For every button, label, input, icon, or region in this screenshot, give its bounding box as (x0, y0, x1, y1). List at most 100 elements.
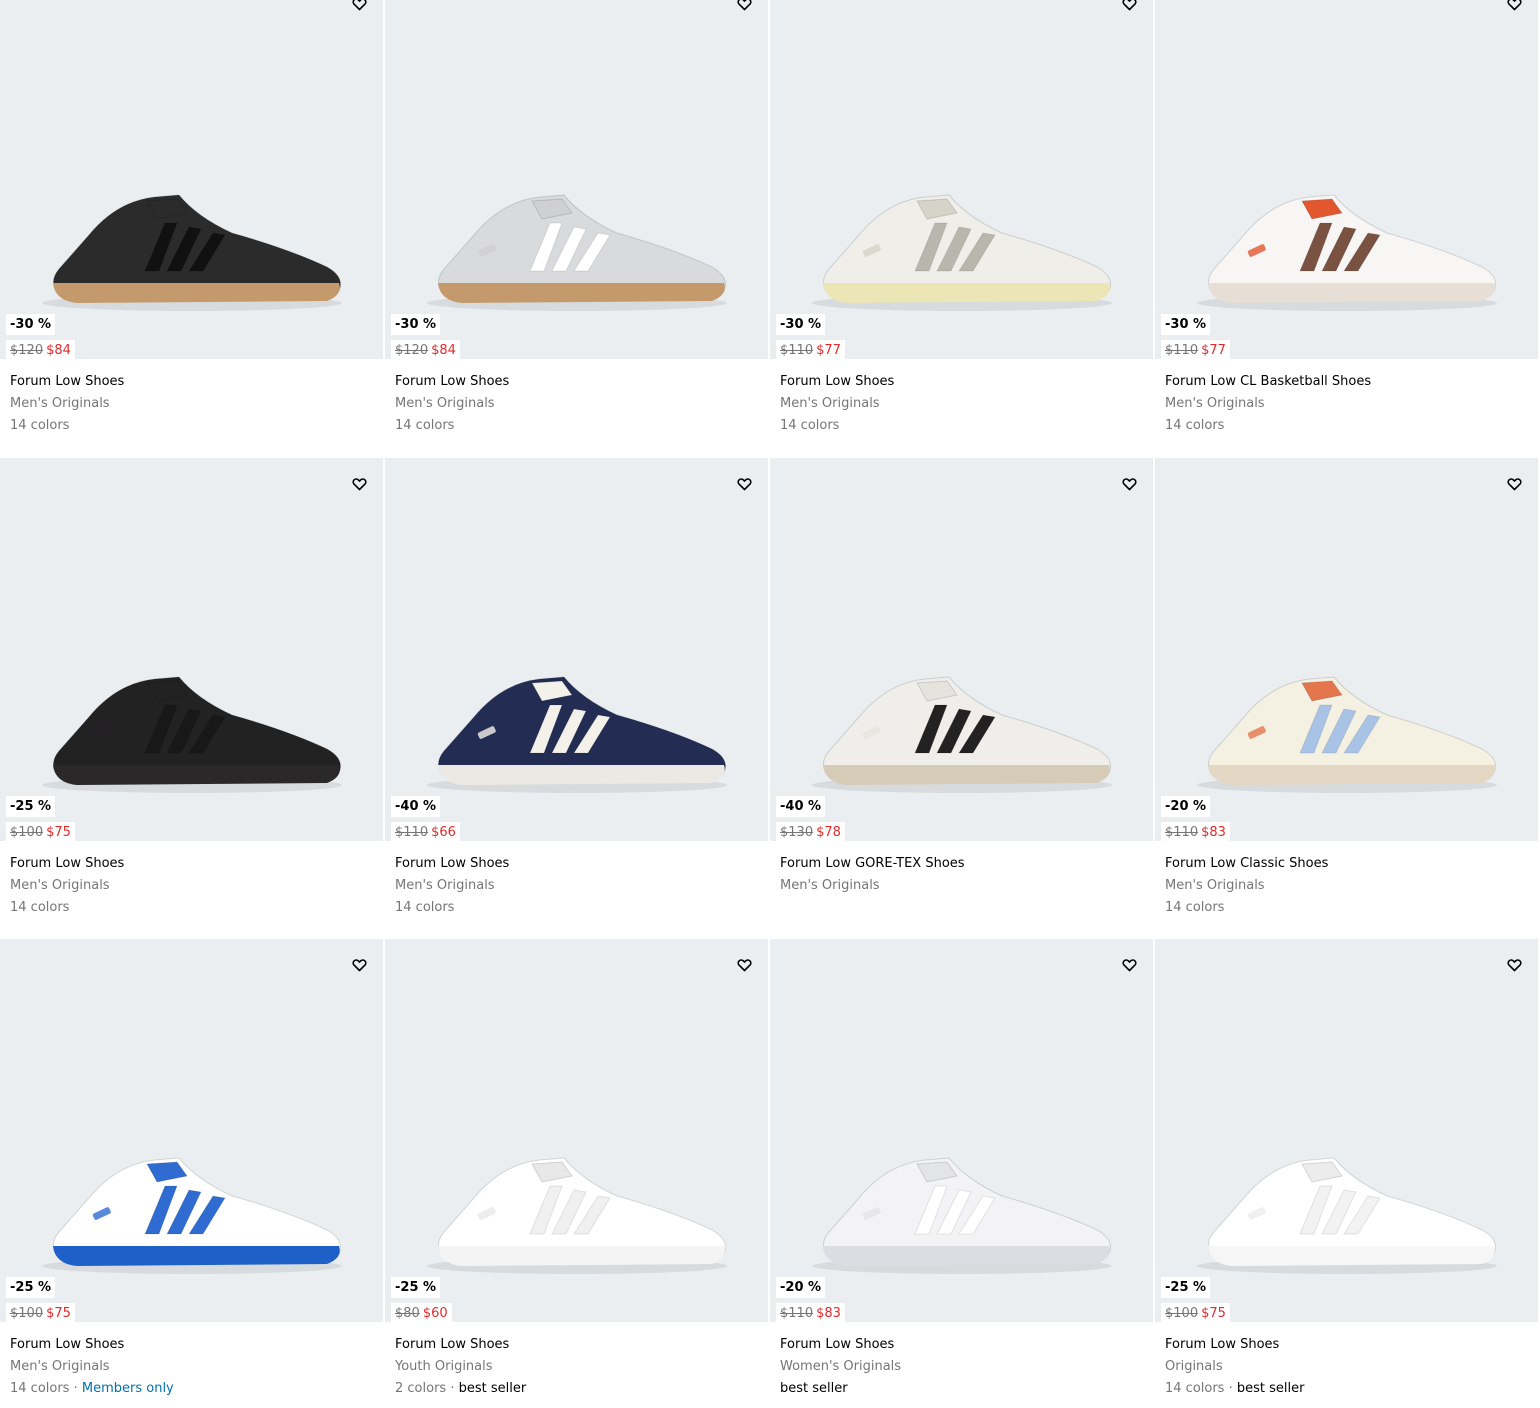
wishlist-heart-icon[interactable] (1504, 0, 1524, 14)
discount-badge: -30 % (1161, 314, 1211, 335)
sneaker-image (385, 171, 768, 321)
product-title[interactable]: Forum Low CL Basketball Shoes (1165, 371, 1528, 393)
product-title[interactable]: Forum Low GORE-TEX Shoes (780, 853, 1143, 875)
product-title[interactable]: Forum Low Shoes (395, 371, 758, 393)
product-category: Youth Originals (395, 1359, 493, 1374)
discount-badge: -30 % (6, 314, 56, 335)
product-image-area[interactable]: -30 % $120 $84 (0, 0, 383, 359)
product-title[interactable]: Forum Low Shoes (780, 1334, 1143, 1356)
wishlist-heart-icon[interactable] (349, 955, 369, 975)
product-card[interactable]: -20 % $110 $83 Forum Low Classic Shoes Me… (1155, 458, 1538, 919)
product-title[interactable]: Forum Low Shoes (10, 371, 373, 393)
wishlist-heart-icon[interactable] (1119, 0, 1139, 14)
product-card[interactable]: -25 % $100 $75 Forum Low Shoes Men's Orig… (0, 939, 383, 1400)
wishlist-heart-icon[interactable] (1119, 474, 1139, 494)
product-grid: -30 % $120 $84 Forum Low Shoes Men's Orig… (0, 0, 1540, 1408)
product-image-area[interactable]: -25 % $100 $75 (1155, 939, 1538, 1322)
product-meta: 14 colors (395, 897, 758, 919)
wishlist-heart-icon[interactable] (1504, 955, 1524, 975)
discount-badge: -30 % (391, 314, 441, 335)
discount-badge: -25 % (391, 1277, 441, 1298)
wishlist-heart-icon[interactable] (349, 0, 369, 14)
wishlist-heart-icon[interactable] (1504, 474, 1524, 494)
product-title[interactable]: Forum Low Shoes (395, 853, 758, 875)
product-image-area[interactable]: -40 % $130 $78 (770, 458, 1153, 841)
meta-separator: · (69, 1381, 82, 1396)
price-block: $110 $77 (1161, 340, 1230, 359)
wishlist-heart-icon[interactable] (734, 0, 754, 14)
product-image-area[interactable]: -25 % $80 $60 (385, 939, 768, 1322)
product-info: Forum Low Shoes Men's Originals 14 color… (0, 1322, 383, 1400)
color-count: 14 colors (395, 900, 455, 915)
product-image-area[interactable]: -30 % $120 $84 (385, 0, 768, 359)
price-block: $80 $60 (391, 1303, 452, 1322)
product-card[interactable]: -40 % $110 $66 Forum Low Shoes Men's Orig… (385, 458, 768, 919)
sneaker-image (0, 653, 383, 803)
price-block: $100 $75 (1161, 1303, 1230, 1322)
product-meta: 14 colors (1165, 415, 1528, 437)
sale-price: $77 (1201, 343, 1226, 358)
wishlist-heart-icon[interactable] (734, 474, 754, 494)
wishlist-heart-icon[interactable] (1119, 955, 1139, 975)
members-only-label: Members only (81, 1381, 174, 1396)
product-category: Women's Originals (780, 1359, 902, 1374)
sneaker-image (770, 1134, 1153, 1284)
product-meta: 14 colors · best seller (1165, 1378, 1528, 1400)
price-block: $110 $83 (1161, 822, 1230, 841)
discount-badge: -25 % (1161, 1277, 1211, 1298)
product-image-area[interactable]: -25 % $100 $75 (0, 939, 383, 1322)
product-card[interactable]: -40 % $130 $78 Forum Low GORE-TEX Shoes M… (770, 458, 1153, 897)
product-meta: 14 colors (395, 415, 758, 437)
sneaker-image (770, 171, 1153, 321)
product-info: Forum Low Shoes Originals 14 colors · be… (1155, 1322, 1538, 1400)
product-card[interactable]: -25 % $100 $75 Forum Low Shoes Men's Orig… (0, 458, 383, 919)
sneaker-image (0, 1134, 383, 1284)
product-image-area[interactable]: -20 % $110 $83 (1155, 458, 1538, 841)
original-price: $110 (1165, 825, 1199, 840)
product-card[interactable]: -30 % $110 $77 Forum Low Shoes Men's Orig… (770, 0, 1153, 437)
product-title[interactable]: Forum Low Shoes (10, 853, 373, 875)
product-meta: best seller (780, 1378, 1143, 1400)
product-title[interactable]: Forum Low Shoes (10, 1334, 373, 1356)
sale-price: $83 (816, 1306, 841, 1321)
price-block: $130 $78 (776, 822, 845, 841)
best-seller-label: best seller (780, 1381, 848, 1396)
price-block: $120 $84 (6, 340, 75, 359)
product-image-area[interactable]: -25 % $100 $75 (0, 458, 383, 841)
wishlist-heart-icon[interactable] (734, 955, 754, 975)
product-card[interactable]: -25 % $80 $60 Forum Low Shoes Youth Origi… (385, 939, 768, 1400)
product-image-area[interactable]: -30 % $110 $77 (1155, 0, 1538, 359)
product-title[interactable]: Forum Low Shoes (395, 1334, 758, 1356)
product-category: Men's Originals (10, 878, 110, 893)
product-card[interactable]: -20 % $110 $83 Forum Low Shoes Women's Or… (770, 939, 1153, 1400)
product-info: Forum Low Classic Shoes Men's Originals … (1155, 841, 1538, 919)
product-meta: 14 colors · Members only (10, 1378, 373, 1400)
product-info: Forum Low Shoes Men's Originals 14 color… (385, 841, 768, 919)
product-meta: 14 colors (1165, 897, 1528, 919)
wishlist-heart-icon[interactable] (349, 474, 369, 494)
product-card[interactable]: -30 % $120 $84 Forum Low Shoes Men's Orig… (385, 0, 768, 437)
discount-badge: -25 % (6, 796, 56, 817)
color-count: 14 colors (1165, 1381, 1225, 1396)
sale-price: $60 (422, 1306, 448, 1321)
product-category: Men's Originals (780, 878, 880, 893)
product-meta: 14 colors (10, 415, 373, 437)
product-card[interactable]: -25 % $100 $75 Forum Low Shoes Originals … (1155, 939, 1538, 1400)
product-info: Forum Low CL Basketball Shoes Men's Orig… (1155, 359, 1538, 437)
original-price: $120 (395, 343, 429, 358)
product-image-area[interactable]: -30 % $110 $77 (770, 0, 1153, 359)
product-image-area[interactable]: -20 % $110 $83 (770, 939, 1153, 1322)
product-card[interactable]: -30 % $120 $84 Forum Low Shoes Men's Orig… (0, 0, 383, 437)
product-info: Forum Low Shoes Women's Originals best s… (770, 1322, 1153, 1400)
product-title[interactable]: Forum Low Classic Shoes (1165, 853, 1528, 875)
product-meta: 14 colors (10, 897, 373, 919)
sneaker-image (1155, 653, 1538, 803)
product-image-area[interactable]: -40 % $110 $66 (385, 458, 768, 841)
sneaker-image (385, 653, 768, 803)
product-title[interactable]: Forum Low Shoes (780, 371, 1143, 393)
sneaker-image (1155, 1134, 1538, 1284)
product-title[interactable]: Forum Low Shoes (1165, 1334, 1528, 1356)
price-block: $100 $75 (6, 822, 75, 841)
product-card[interactable]: -30 % $110 $77 Forum Low CL Basketball Sh… (1155, 0, 1538, 437)
meta-separator: · (1224, 1381, 1237, 1396)
